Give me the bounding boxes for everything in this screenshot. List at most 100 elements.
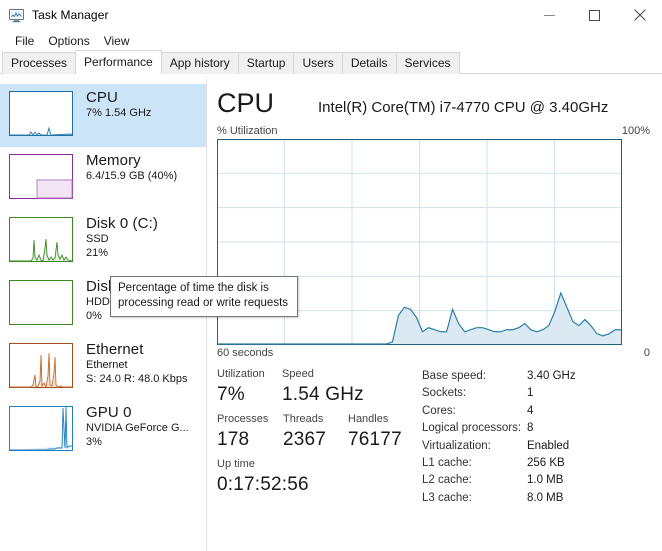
sidebar-item-cpu-title: CPU: [86, 89, 118, 106]
cpu-header: CPU Intel(R) Core(TM) i7-4770 CPU @ 3.40…: [217, 78, 662, 119]
sidebar-item-memory-line2: 6.4/15.9 GB (40%): [86, 170, 178, 183]
graph-x-axis-left: 60 seconds: [217, 347, 274, 359]
tab-app-history[interactable]: App history: [160, 52, 239, 74]
spec-value: Enabled: [527, 439, 570, 452]
maximize-button[interactable]: [572, 0, 617, 30]
spec-row: L3 cache: 8.0 MB: [422, 490, 654, 507]
graph-bottom-labels: 60 seconds 0: [217, 347, 662, 359]
sidebar-item-disk0-title: Disk 0 (C:): [86, 215, 158, 232]
ethernet-mini-graph-icon: [9, 343, 73, 388]
tab-users[interactable]: Users: [293, 52, 343, 74]
close-button[interactable]: [617, 0, 662, 30]
sidebar-item-gpu0-title: GPU 0: [86, 404, 132, 421]
sidebar-item-ethernet-line3: S: 24.0 R: 48.0 Kbps: [86, 373, 188, 386]
gpu0-mini-graph-icon: [9, 406, 73, 451]
stat-processes-value: 178: [217, 429, 250, 450]
stat-speed: Speed 1.54 GHz: [282, 367, 402, 407]
sidebar-item-memory-title: Memory: [86, 152, 141, 169]
sidebar-item-gpu0-line3: 3%: [86, 436, 102, 449]
page-title: CPU: [217, 88, 275, 118]
stat-handles-value: 76177: [348, 429, 402, 450]
spec-row: L1 cache: 256 KB: [422, 455, 654, 472]
memory-mini-graph-icon: [9, 154, 73, 199]
stat-group-processes-threads-handles: Processes 178 Threads 2367 Handles 76177: [217, 412, 422, 452]
tab-details[interactable]: Details: [341, 52, 397, 74]
spec-row: Logical processors: 8: [422, 420, 654, 437]
sidebar-item-gpu0-line2: NVIDIA GeForce G...: [86, 422, 189, 435]
minimize-button[interactable]: [527, 0, 572, 30]
spec-value: 4: [527, 404, 534, 417]
sidebar-item-disk0-text: Disk 0 (C:) SSD 21%: [86, 215, 158, 260]
sidebar-item-ethernet[interactable]: Ethernet Ethernet S: 24.0 R: 48.0 Kbps: [0, 336, 206, 399]
sidebar-item-ethernet-title: Ethernet: [86, 341, 144, 358]
menu-item-file[interactable]: File: [8, 32, 41, 50]
tab-services[interactable]: Services: [395, 52, 460, 74]
spec-key: Cores:: [422, 404, 456, 417]
spec-value: 3.40 GHz: [527, 370, 576, 382]
sidebar-item-memory[interactable]: Memory 6.4/15.9 GB (40%): [0, 147, 206, 210]
graph-x-axis-right: 0: [643, 347, 650, 359]
cpu-stats-right: Base speed: 3.40 GHz Sockets: 1 Cores: 4 Logic…: [422, 367, 654, 507]
spec-key: Virtualization:: [422, 439, 491, 452]
stat-group-uptime: Up time 0:17:52:56: [217, 457, 422, 497]
stat-uptime: Up time 0:17:52:56: [217, 457, 309, 497]
spec-key: L1 cache:: [422, 457, 472, 470]
tab-startup[interactable]: Startup: [237, 52, 295, 74]
spec-row: Base speed: 3.40 GHz: [422, 368, 654, 385]
tab-strip: Processes Performance App history Startu…: [0, 50, 662, 74]
cpu-stats: Utilization 7% Speed 1.54 GHz Processes …: [217, 367, 662, 507]
stat-handles: Handles 76177: [348, 412, 418, 452]
stat-threads-label: Threads: [283, 413, 324, 425]
stat-uptime-value: 0:17:52:56: [217, 474, 309, 495]
sidebar-item-disk0-line2: SSD: [86, 233, 109, 246]
spec-value: 8: [527, 422, 534, 435]
cpu-model-label: Intel(R) Core(TM) i7-4770 CPU @ 3.40GHz: [318, 99, 609, 116]
sidebar-item-cpu[interactable]: CPU 7% 1.54 GHz: [0, 84, 206, 147]
spec-row: Virtualization: Enabled: [422, 438, 654, 455]
stat-processes: Processes 178: [217, 412, 283, 452]
sidebar-item-gpu0[interactable]: GPU 0 NVIDIA GeForce G... 3%: [0, 399, 206, 462]
sidebar-item-ethernet-line2: Ethernet: [86, 359, 128, 372]
stat-utilization-label: Utilization: [217, 368, 265, 380]
task-manager-icon: [9, 7, 25, 23]
window-controls: [527, 0, 662, 30]
tab-performance[interactable]: Performance: [75, 50, 162, 74]
title-bar: Task Manager: [0, 0, 662, 30]
graph-y-axis-max: 100%: [621, 125, 650, 137]
spec-value: 256 KB: [527, 457, 565, 470]
graph-top-labels: % Utilization 100%: [217, 125, 662, 137]
stat-handles-label: Handles: [348, 413, 389, 425]
stat-utilization-value: 7%: [217, 384, 245, 405]
stat-threads-value: 2367: [283, 429, 327, 450]
sidebar-item-disk0-line3: 21%: [86, 247, 109, 260]
sidebar-item-gpu0-text: GPU 0 NVIDIA GeForce G... 3%: [86, 404, 189, 449]
sidebar-item-ethernet-text: Ethernet Ethernet S: 24.0 R: 48.0 Kbps: [86, 341, 188, 386]
stat-speed-label: Speed: [282, 368, 314, 380]
spec-key: L2 cache:: [422, 474, 472, 487]
stat-uptime-label: Up time: [217, 458, 255, 470]
sidebar-item-cpu-line2: 7% 1.54 GHz: [86, 107, 152, 120]
disk1-mini-graph-icon: [9, 280, 73, 325]
disk0-mini-graph-icon: [9, 217, 73, 262]
cpu-stats-left: Utilization 7% Speed 1.54 GHz Processes …: [217, 367, 422, 507]
window-title: Task Manager: [32, 8, 109, 22]
spec-key: Logical processors:: [422, 422, 522, 435]
spec-row: Cores: 4: [422, 403, 654, 420]
menu-item-view[interactable]: View: [97, 32, 137, 50]
spec-row: Sockets: 1: [422, 385, 654, 402]
spec-row: L2 cache: 1.0 MB: [422, 472, 654, 489]
spec-key: L3 cache:: [422, 491, 472, 504]
spec-key: Sockets:: [422, 387, 467, 400]
tab-processes[interactable]: Processes: [2, 52, 77, 74]
spec-value: 8.0 MB: [527, 491, 564, 504]
disk-utilization-tooltip: Percentage of time the disk is processin…: [110, 276, 298, 317]
sidebar-item-disk0[interactable]: Disk 0 (C:) SSD 21%: [0, 210, 206, 273]
spec-key: Base speed:: [422, 370, 486, 382]
sidebar-item-memory-text: Memory 6.4/15.9 GB (40%): [86, 152, 178, 183]
sidebar-item-cpu-text: CPU 7% 1.54 GHz: [86, 89, 152, 120]
spec-value: 1.0 MB: [527, 474, 564, 487]
menu-item-options[interactable]: Options: [41, 32, 96, 50]
stat-speed-value: 1.54 GHz: [282, 384, 364, 405]
stat-threads: Threads 2367: [283, 412, 348, 452]
stat-processes-label: Processes: [217, 413, 269, 425]
